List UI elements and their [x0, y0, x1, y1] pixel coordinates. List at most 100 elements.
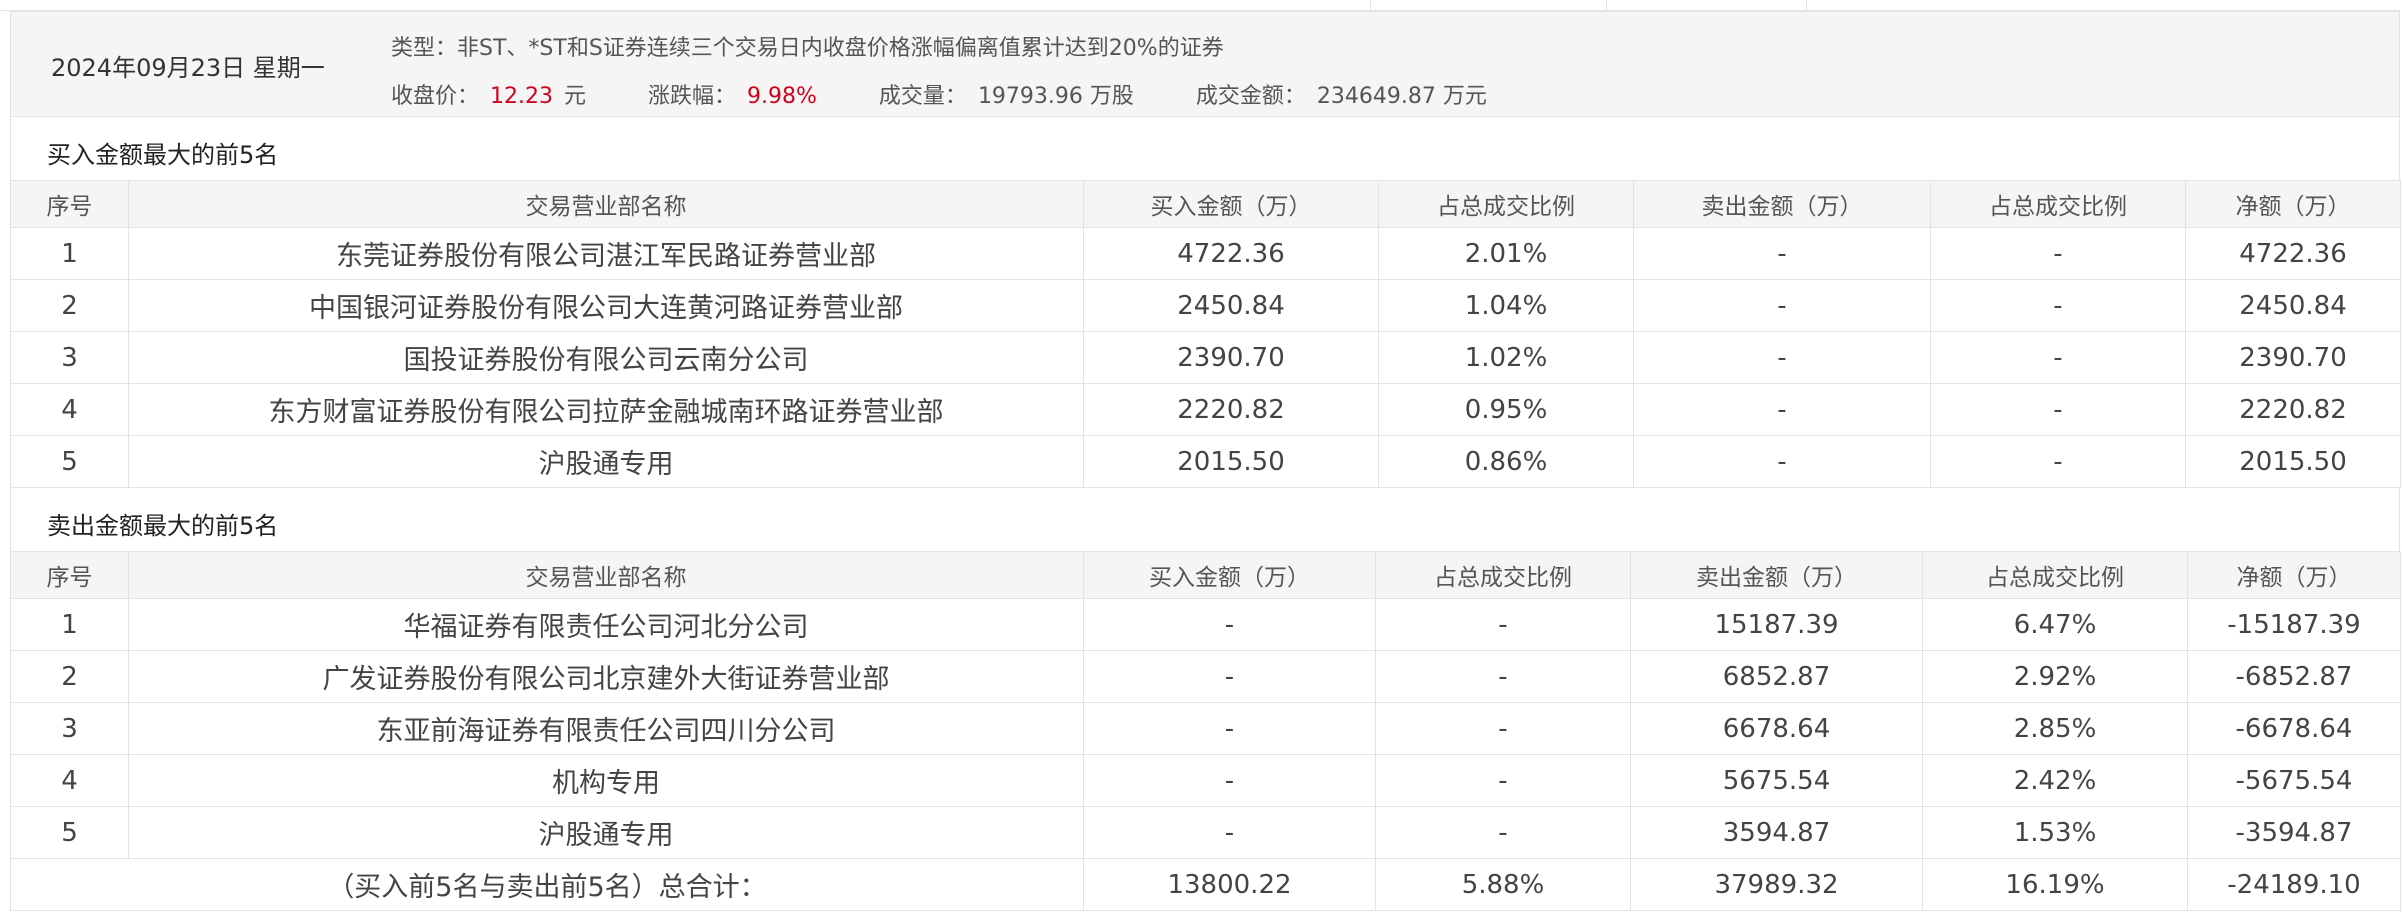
buy-ratio: 1.02% — [1378, 331, 1634, 384]
net-amount: 4722.36 — [2185, 227, 2401, 280]
sell-ratio: - — [1930, 435, 2186, 488]
buy-amount: 2015.50 — [1083, 435, 1379, 488]
col-header-buy-amount: 买入金额（万） — [1083, 180, 1379, 228]
sell-amount: 6852.87 — [1630, 650, 1923, 703]
branch-name[interactable]: 华福证券有限责任公司河北分公司 — [128, 598, 1084, 651]
trade-date: 2024年09月23日 星期一 — [51, 54, 325, 82]
edge-cell — [0, 0, 1371, 10]
buy-amount: 4722.36 — [1083, 227, 1379, 280]
col-header-index: 序号 — [10, 551, 129, 599]
col-header-buy-ratio: 占总成交比例 — [1375, 551, 1631, 599]
net-amount: 2220.82 — [2185, 383, 2401, 436]
amount-value: 234649.87 万元 — [1316, 84, 1487, 109]
buy-ratio: - — [1375, 754, 1631, 807]
row-index: 3 — [10, 331, 129, 384]
col-header-buy-amount: 买入金额（万） — [1083, 551, 1376, 599]
sell-amount: 15187.39 — [1630, 598, 1923, 651]
branch-name[interactable]: 机构专用 — [128, 754, 1084, 807]
close-unit: 元 — [564, 84, 587, 109]
edge-cell — [1370, 0, 1607, 10]
sell-section-title-text: 卖出金额最大的前5名 — [47, 512, 279, 540]
buy-ratio: - — [1375, 806, 1631, 859]
buy-ratio: - — [1375, 650, 1631, 703]
net-amount: -6852.87 — [2187, 650, 2401, 703]
total-sell-ratio: 16.19% — [1922, 858, 2188, 911]
buy-ratio: - — [1375, 702, 1631, 755]
buy-amount: - — [1083, 650, 1376, 703]
col-header-sell-amount: 卖出金额（万） — [1630, 551, 1923, 599]
net-amount: -3594.87 — [2187, 806, 2401, 859]
buy-ratio: 0.86% — [1378, 435, 1634, 488]
previous-section-edge — [0, 0, 2400, 11]
buy-ratio: 0.95% — [1378, 383, 1634, 436]
total-buy-ratio: 5.88% — [1375, 858, 1631, 911]
net-amount: -5675.54 — [2187, 754, 2401, 807]
row-index: 1 — [10, 227, 129, 280]
table-row: 5 沪股通专用 2015.50 0.86% - - 2015.50 — [10, 435, 2401, 488]
total-buy-amount: 13800.22 — [1083, 858, 1376, 911]
table-row: 4 机构专用 - - 5675.54 2.42% -5675.54 — [10, 754, 2401, 807]
table-row: 3 东亚前海证券有限责任公司四川分公司 - - 6678.64 2.85% -6… — [10, 702, 2401, 755]
branch-name[interactable]: 中国银河证券股份有限公司大连黄河路证券营业部 — [128, 279, 1084, 332]
col-header-net: 净额（万） — [2187, 551, 2401, 599]
sell-ratio: - — [1930, 279, 2186, 332]
buy-amount: - — [1083, 806, 1376, 859]
col-header-sell-ratio: 占总成交比例 — [1922, 551, 2188, 599]
row-index: 5 — [10, 806, 129, 859]
buy-ratio: 1.04% — [1378, 279, 1634, 332]
buy-section-title: 买入金额最大的前5名 — [10, 117, 2400, 180]
branch-name[interactable]: 东莞证券股份有限公司湛江军民路证券营业部 — [128, 227, 1084, 280]
net-amount: 2450.84 — [2185, 279, 2401, 332]
total-net-amount: -24189.10 — [2187, 858, 2401, 911]
sell-table: 序号 交易营业部名称 买入金额（万） 占总成交比例 卖出金额（万） 占总成交比例… — [10, 551, 2401, 911]
row-index: 4 — [10, 383, 129, 436]
buy-table-header-row: 序号 交易营业部名称 买入金额（万） 占总成交比例 卖出金额（万） 占总成交比例… — [10, 180, 2401, 228]
branch-name[interactable]: 东亚前海证券有限责任公司四川分公司 — [128, 702, 1084, 755]
branch-name[interactable]: 广发证券股份有限公司北京建外大街证券营业部 — [128, 650, 1084, 703]
sell-amount: 3594.87 — [1630, 806, 1923, 859]
sell-ratio: 6.47% — [1922, 598, 2188, 651]
sell-ratio: 2.42% — [1922, 754, 2188, 807]
type-label: 类型： — [391, 36, 458, 61]
sell-amount: - — [1633, 435, 1931, 488]
branch-name[interactable]: 东方财富证券股份有限公司拉萨金融城南环路证券营业部 — [128, 383, 1084, 436]
total-sell-amount: 37989.32 — [1630, 858, 1923, 911]
table-row: 2 中国银河证券股份有限公司大连黄河路证券营业部 2450.84 1.04% -… — [10, 279, 2401, 332]
col-header-branch: 交易营业部名称 — [128, 180, 1084, 228]
total-row: （买入前5名与卖出前5名）总合计： 13800.22 5.88% 37989.3… — [10, 858, 2401, 911]
amount-label: 成交金额： — [1195, 84, 1306, 109]
sell-ratio: 1.53% — [1922, 806, 2188, 859]
net-amount: 2390.70 — [2185, 331, 2401, 384]
branch-name[interactable]: 沪股通专用 — [128, 435, 1084, 488]
buy-amount: 2390.70 — [1083, 331, 1379, 384]
row-index: 2 — [10, 279, 129, 332]
sell-amount: 5675.54 — [1630, 754, 1923, 807]
branch-name[interactable]: 沪股通专用 — [128, 806, 1084, 859]
buy-amount: 2450.84 — [1083, 279, 1379, 332]
col-header-branch: 交易营业部名称 — [128, 551, 1084, 599]
sell-amount: 6678.64 — [1630, 702, 1923, 755]
table-row: 2 广发证券股份有限公司北京建外大街证券营业部 - - 6852.87 2.92… — [10, 650, 2401, 703]
volume-value: 19793.96 万股 — [977, 84, 1134, 109]
net-amount: 2015.50 — [2185, 435, 2401, 488]
sell-ratio: - — [1930, 383, 2186, 436]
buy-table: 序号 交易营业部名称 买入金额（万） 占总成交比例 卖出金额（万） 占总成交比例… — [10, 180, 2401, 488]
buy-amount: - — [1083, 754, 1376, 807]
sell-ratio: - — [1930, 227, 2186, 280]
change-value: 9.98% — [747, 84, 817, 109]
col-header-buy-ratio: 占总成交比例 — [1378, 180, 1634, 228]
branch-name[interactable]: 国投证券股份有限公司云南分公司 — [128, 331, 1084, 384]
type-value: 非ST、*ST和S证券连续三个交易日内收盘价格涨幅偏离值累计达到20%的证券 — [457, 36, 1224, 61]
sell-amount: - — [1633, 331, 1931, 384]
sell-table-header-row: 序号 交易营业部名称 买入金额（万） 占总成交比例 卖出金额（万） 占总成交比例… — [10, 551, 2401, 599]
col-header-sell-ratio: 占总成交比例 — [1930, 180, 2186, 228]
net-amount: -15187.39 — [2187, 598, 2401, 651]
listing-type: 类型：非ST、*ST和S证券连续三个交易日内收盘价格涨幅偏离值累计达到20%的证… — [391, 30, 1224, 62]
row-index: 2 — [10, 650, 129, 703]
close-label: 收盘价： — [391, 84, 480, 109]
buy-amount: - — [1083, 702, 1376, 755]
dragon-tiger-page: 2024年09月23日 星期一 类型：非ST、*ST和S证券连续三个交易日内收盘… — [0, 0, 2402, 924]
sell-ratio: - — [1930, 331, 2186, 384]
buy-amount: - — [1083, 598, 1376, 651]
net-amount: -6678.64 — [2187, 702, 2401, 755]
